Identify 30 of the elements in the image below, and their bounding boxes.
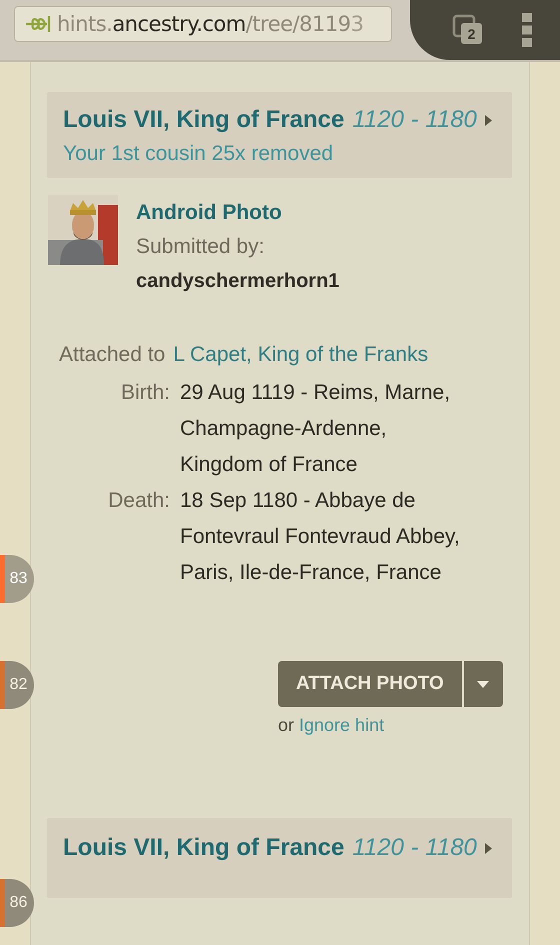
fact-label: Death: <box>107 488 170 514</box>
url-field[interactable]: hints.ancestry.com/tree/81193 <box>14 6 392 42</box>
person-header[interactable]: Louis VII, King of France 1120 - 1180 <box>47 818 512 898</box>
leaf-icon <box>25 14 51 34</box>
fact-value: 29 Aug 1119 - Reims, Marne, Champagne-Ardenne, Kingdom of France <box>180 380 452 478</box>
ignore-hint-link[interactable]: Ignore hint <box>299 715 384 736</box>
dropdown-button[interactable] <box>464 661 503 707</box>
life-years: 1120 - 1180 <box>352 106 477 134</box>
more-menu-icon[interactable] <box>522 13 532 47</box>
relationship-text: Your 1st cousin 25x removed <box>63 142 334 166</box>
person-name: Louis VII, King of France <box>63 106 344 134</box>
hint-number-marker[interactable]: 83 <box>0 555 34 603</box>
fact-label: Birth: <box>120 380 170 406</box>
photo-title[interactable]: Android Photo <box>136 201 340 225</box>
attached-label: Attached to <box>59 343 166 367</box>
caret-icon <box>484 842 492 854</box>
person-header[interactable]: Louis VII, King of France 1120 - 1180 Your 1st cousin 25x removed <box>47 92 512 178</box>
fact-value: 18 Sep 1180 - Abbaye de Fontevraul Fontevraud Abbey, Paris, Ile-de-France, France <box>180 488 461 586</box>
hint-number-marker[interactable]: 86 <box>0 879 34 927</box>
or-text: or <box>278 715 294 736</box>
attach-photo-button[interactable]: ATTACH PHOTO <box>278 661 462 707</box>
url-text: hints.ancestry.com/tree/81193 <box>57 12 364 36</box>
person-name: Louis VII, King of France <box>63 834 344 862</box>
life-years: 1120 - 1180 <box>352 834 477 862</box>
caret-icon <box>477 680 490 688</box>
caret-icon <box>484 114 492 126</box>
hint-number-marker[interactable]: 82 <box>0 661 34 709</box>
attached-person-link[interactable]: L Capet, King of the Franks <box>173 343 428 367</box>
submitted-label: Submitted by: <box>136 235 266 259</box>
submitter-name: candyschermerhorn1 <box>136 270 340 293</box>
